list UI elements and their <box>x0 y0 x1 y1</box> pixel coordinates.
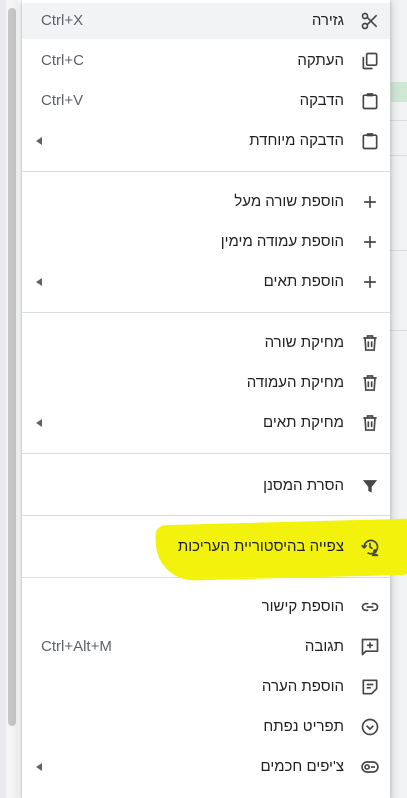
trash-icon <box>358 371 382 395</box>
trash-icon <box>358 411 382 435</box>
grid-line <box>389 120 407 121</box>
shortcut-label: Ctrl+X <box>41 12 84 29</box>
note-icon <box>358 675 382 699</box>
context-menu: Ctrl+X גזירה Ctrl+C העתקה Ctrl+V הדבקה ה… <box>22 0 407 798</box>
dropdown-icon <box>358 715 382 739</box>
menu-item-cut[interactable]: Ctrl+X גזירה <box>22 3 390 39</box>
menu-item-label: הדבקה מיוחדת <box>249 132 344 149</box>
menu-item-paste-special[interactable]: הדבקה מיוחדת <box>22 123 390 159</box>
menu-item-label: הסרת המסנן <box>263 477 344 494</box>
link-icon <box>358 595 382 619</box>
menu-separator <box>22 453 390 454</box>
menu-separator <box>22 312 390 313</box>
shortcut-label: Ctrl+Alt+M <box>41 638 112 655</box>
menu-item-insert-row-above[interactable]: הוספת שורה מעל <box>22 184 390 220</box>
menu-item-smart-chips[interactable]: צ'יפים חכמים <box>22 749 390 785</box>
plus-icon <box>358 190 382 214</box>
submenu-arrow-icon <box>36 278 42 286</box>
menu-item-insert-note[interactable]: הוספת הערה <box>22 669 390 705</box>
menu-item-dropdown[interactable]: תפריט נפתח <box>22 709 390 745</box>
menu-item-comment[interactable]: Ctrl+Alt+M תגובה <box>22 629 390 665</box>
menu-item-label: מחיקת העמודה <box>246 374 344 391</box>
trash-icon <box>358 331 382 355</box>
grid-line <box>389 330 407 331</box>
menu-item-insert-cells[interactable]: הוספת תאים <box>22 264 390 300</box>
menu-item-label: הוספת הערה <box>261 678 344 695</box>
shortcut-label: Ctrl+C <box>41 52 84 69</box>
menu-item-delete-row[interactable]: מחיקת שורה <box>22 325 390 361</box>
menu-item-label: צפייה בהיסטוריית העריכות <box>177 538 344 555</box>
clipboard-icon <box>358 89 382 113</box>
filter-icon <box>358 474 382 498</box>
menu-item-label: תפריט נפתח <box>263 718 344 735</box>
menu-item-insert-link[interactable]: הוספת קישור <box>22 589 390 625</box>
menu-separator <box>22 577 390 578</box>
menu-item-remove-filter[interactable]: הסרת המסנן <box>22 468 390 504</box>
copy-icon <box>358 49 382 73</box>
menu-item-label: תגובה <box>304 638 344 655</box>
shortcut-label: Ctrl+V <box>41 92 84 109</box>
menu-item-edit-history[interactable]: צפייה בהיסטוריית העריכות <box>22 529 390 565</box>
selected-cell-strip <box>391 82 407 102</box>
menu-item-delete-cells[interactable]: מחיקת תאים <box>22 405 390 441</box>
edit-history-icon <box>358 535 382 559</box>
add-comment-icon <box>358 635 382 659</box>
menu-item-label: הדבקה <box>299 92 344 109</box>
menu-item-insert-column-right[interactable]: הוספת עמודה מימין <box>22 224 390 260</box>
smart-chip-icon <box>358 755 382 779</box>
menu-item-label: הוספת תאים <box>263 273 344 290</box>
grid-line <box>389 155 407 156</box>
submenu-arrow-icon <box>36 419 42 427</box>
scissors-icon <box>358 9 382 33</box>
plus-icon <box>358 230 382 254</box>
submenu-arrow-icon <box>36 763 42 771</box>
plus-icon <box>358 270 382 294</box>
scrollbar-thumb[interactable] <box>8 8 16 726</box>
menu-separator <box>22 171 390 172</box>
menu-item-label: מחיקת שורה <box>264 334 344 351</box>
menu-item-label: מחיקת תאים <box>262 414 344 431</box>
menu-item-label: הוספת קישור <box>261 598 344 615</box>
menu-item-label: העתקה <box>297 52 344 69</box>
menu-item-paste[interactable]: Ctrl+V הדבקה <box>22 83 390 119</box>
menu-item-label: גזירה <box>311 12 344 29</box>
menu-item-label: הוספת שורה מעל <box>234 193 344 210</box>
clipboard-icon <box>358 129 382 153</box>
grid-line <box>389 250 407 251</box>
submenu-arrow-icon <box>36 137 42 145</box>
menu-item-label: צ'יפים חכמים <box>260 758 344 775</box>
menu-item-copy[interactable]: Ctrl+C העתקה <box>22 43 390 79</box>
menu-item-label: הוספת עמודה מימין <box>220 233 344 250</box>
menu-item-delete-column[interactable]: מחיקת העמודה <box>22 365 390 401</box>
menu-separator <box>22 515 390 516</box>
